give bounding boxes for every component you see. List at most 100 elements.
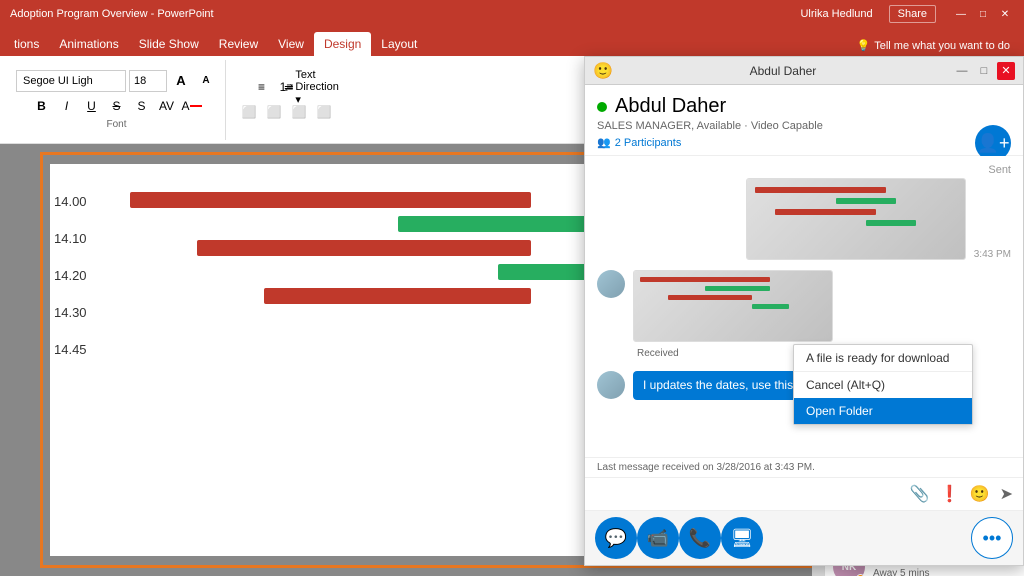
align-center-btn[interactable]: ⬜	[263, 101, 285, 123]
received-file-preview	[633, 270, 833, 342]
chat-contact-header: Abdul Daher SALES MANAGER, Available · V…	[585, 85, 1023, 156]
chat-contact-name-display: Abdul Daher	[597, 95, 1011, 118]
sent-message-group: Sent 3	[597, 164, 1011, 260]
text-direction-label: Text Direction ▾	[295, 69, 338, 106]
decrease-font-btn[interactable]: A	[195, 70, 217, 92]
text-direction-btn[interactable]: ⇌ Text Direction ▾	[301, 76, 323, 98]
phone-icon: 📞	[689, 528, 711, 549]
font-size-input[interactable]	[129, 70, 167, 92]
paragraph-row-2: ⬜ ⬜ ⬜ ⬜	[238, 101, 335, 123]
tab-layout[interactable]: Layout	[371, 32, 427, 56]
context-menu: A file is ready for download Cancel (Alt…	[793, 344, 973, 425]
tab-slideshow[interactable]: Slide Show	[129, 32, 209, 56]
last-message-status: Last message received on 3/28/2016 at 3:…	[597, 462, 815, 473]
lightbulb-icon: 💡	[857, 39, 871, 52]
app-title: Adoption Program Overview - PowerPoint	[10, 8, 214, 20]
paragraph-section: ≡ 1≡ ⇌ Text Direction ▾ ⬜ ⬜ ⬜ ⬜	[230, 60, 343, 140]
chat-actions-bar: 💬 📹 📞 🖥 •••	[585, 510, 1023, 565]
time-label-5: 14.45	[50, 342, 87, 357]
context-menu-cancel[interactable]: Cancel (Alt+Q)	[794, 372, 972, 398]
chat-messages-area[interactable]: Sent 3	[585, 156, 1023, 457]
video-call-btn[interactable]: 📹	[637, 517, 679, 559]
chat-close-btn[interactable]: ✕	[997, 62, 1015, 80]
user-name-titlebar: Ulrika Hedlund	[800, 8, 872, 20]
attachment-icon[interactable]: 📎	[910, 484, 930, 504]
font-color-btn[interactable]: A	[181, 95, 203, 117]
context-menu-download[interactable]: A file is ready for download	[794, 345, 972, 371]
sent-file-row: 3:43 PM	[597, 178, 1011, 260]
titlebar-left: Adoption Program Overview - PowerPoint	[10, 8, 214, 20]
strikethrough-btn[interactable]: S	[106, 95, 128, 117]
time-label-4: 14.30	[50, 305, 87, 320]
maximize-button[interactable]: □	[974, 5, 992, 23]
tab-view[interactable]: View	[268, 32, 314, 56]
participants-icon: 👥	[597, 136, 611, 149]
screen-share-btn[interactable]: 🖥	[721, 517, 763, 559]
voice-call-btn[interactable]: 📞	[679, 517, 721, 559]
received-file-image	[634, 271, 832, 341]
chat-icon: 💬	[605, 528, 627, 549]
text-direction-icon: ⇌	[284, 81, 293, 94]
font-name-input[interactable]	[16, 70, 126, 92]
titlebar-right: Ulrika Hedlund Share — □ ✕	[800, 5, 1014, 23]
ribbon-tabs: tions Animations Slide Show Review View …	[0, 28, 1024, 56]
font-section-label: Font	[106, 119, 126, 130]
justify-btn[interactable]: ⬜	[313, 101, 335, 123]
shadow-btn[interactable]: S	[131, 95, 153, 117]
align-left-btn[interactable]: ⬜	[238, 101, 260, 123]
text-msg-avatar	[597, 371, 625, 399]
minimize-button[interactable]: —	[952, 5, 970, 23]
file-preview-box	[746, 178, 966, 260]
align-right-btn[interactable]: ⬜	[288, 101, 310, 123]
send-icon[interactable]: ➤	[1000, 484, 1013, 504]
time-label-2: 14.10	[50, 231, 87, 246]
close-button[interactable]: ✕	[996, 5, 1014, 23]
font-section: A A B I U S S AV A Font	[8, 60, 226, 140]
chat-emoji-icon: 🙂	[593, 61, 613, 81]
chat-minimize-btn[interactable]: —	[953, 62, 971, 80]
file-preview-image	[747, 179, 965, 259]
tab-design[interactable]: Design	[314, 32, 371, 56]
bullets-btn[interactable]: ≡	[251, 76, 273, 98]
tab-animations[interactable]: Animations	[49, 32, 128, 56]
more-options-btn[interactable]: •••	[971, 517, 1013, 559]
sent-label: Sent	[597, 164, 1011, 176]
chat-participants-link[interactable]: 👥 2 Participants	[597, 136, 1011, 149]
time-label-1: 14.00	[50, 194, 87, 209]
time-label-3: 14.20	[50, 268, 87, 283]
font-row-2: B I U S S AV A	[31, 95, 203, 117]
chat-input-area: 📎 ❗ 🙂 ➤	[585, 477, 1023, 510]
chat-message-btn[interactable]: 💬	[595, 517, 637, 559]
share-button[interactable]: Share	[889, 5, 936, 23]
more-icon: •••	[983, 528, 1002, 549]
chat-maximize-btn[interactable]: □	[975, 62, 993, 80]
tell-me-box[interactable]: 💡 Tell me what you want to do	[847, 35, 1020, 56]
chat-window-title: Abdul Daher	[613, 64, 953, 78]
increase-font-btn[interactable]: A	[170, 70, 192, 92]
underline-btn[interactable]: U	[81, 95, 103, 117]
italic-btn[interactable]: I	[56, 95, 78, 117]
tab-transitions[interactable]: tions	[4, 32, 49, 56]
font-row-1: A A	[16, 70, 217, 92]
window-controls: — □ ✕	[952, 5, 1014, 23]
chat-titlebar: 🙂 Abdul Daher — □ ✕	[585, 57, 1023, 85]
mini-timeline	[755, 187, 957, 251]
bold-btn[interactable]: B	[31, 95, 53, 117]
urgent-icon[interactable]: ❗	[940, 484, 960, 504]
titlebar: Adoption Program Overview - PowerPoint U…	[0, 0, 1024, 28]
char-spacing-btn[interactable]: AV	[156, 95, 178, 117]
context-menu-open-folder[interactable]: Open Folder	[794, 398, 972, 424]
tab-review[interactable]: Review	[209, 32, 268, 56]
screen-share-icon: 🖥	[731, 528, 754, 549]
sent-time: 3:43 PM	[974, 249, 1011, 260]
add-person-icon: 👤+	[977, 133, 1010, 154]
chat-status-bar: Last message received on 3/28/2016 at 3:…	[585, 457, 1023, 477]
sent-file-preview	[746, 178, 966, 260]
nourah-status: Away 5 mins	[873, 568, 1016, 576]
received-avatar	[597, 270, 625, 298]
emoji-input-icon[interactable]: 🙂	[970, 484, 990, 504]
chat-window-controls: — □ ✕	[953, 62, 1015, 80]
timeline-labels: 14.00 14.10 14.20 14.30 14.45	[50, 194, 87, 357]
received-mini-timeline	[640, 277, 826, 335]
contact-online-dot	[597, 102, 607, 112]
